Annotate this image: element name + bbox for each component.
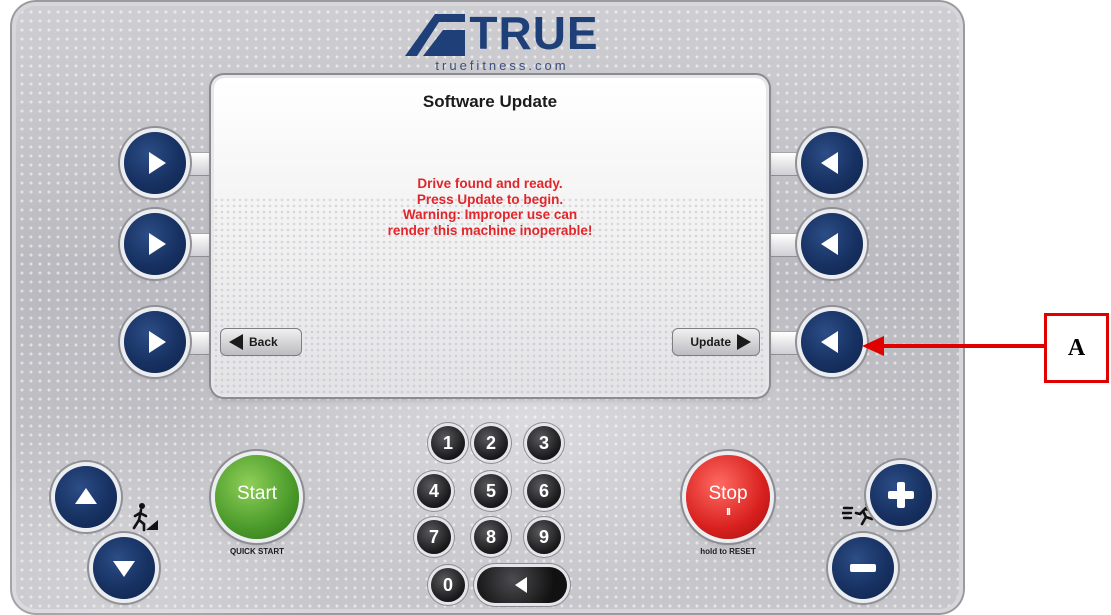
left-side-button-1[interactable] xyxy=(124,132,186,194)
start-caption: QUICK START xyxy=(229,547,285,556)
play-right-icon xyxy=(149,331,166,353)
message-line-3: Warning: Improper use can xyxy=(402,207,578,222)
back-softkey[interactable]: Back xyxy=(220,328,302,356)
right-side-button-2[interactable] xyxy=(801,213,863,275)
stop-label: Stop xyxy=(708,483,748,504)
message-line-4: render this machine inoperable! xyxy=(387,222,593,238)
screen-title: Software Update xyxy=(422,92,558,111)
left-side-button-3[interactable] xyxy=(124,311,186,373)
right-side-button-3[interactable] xyxy=(801,311,863,373)
message-line-1: Drive found and ready. xyxy=(417,176,563,191)
stop-button[interactable]: Stop II xyxy=(686,455,770,539)
incline-walker-icon xyxy=(132,503,158,532)
key-7[interactable]: 7 xyxy=(417,520,451,554)
back-triangle-icon xyxy=(229,334,243,350)
right-connector-3 xyxy=(764,331,804,355)
update-message: Drive found and ready. Press Update to b… xyxy=(214,176,766,238)
right-side-button-1[interactable] xyxy=(801,132,863,194)
key-9[interactable]: 9 xyxy=(527,520,561,554)
right-connector-2 xyxy=(764,233,804,257)
key-5[interactable]: 5 xyxy=(474,474,508,508)
keypad-back-button[interactable] xyxy=(477,567,567,603)
backspace-triangle-icon xyxy=(515,577,527,593)
play-left-icon xyxy=(821,331,838,353)
arrow-up-icon xyxy=(75,488,97,504)
left-side-button-2[interactable] xyxy=(124,213,186,275)
annotation-arrow-head-icon xyxy=(862,336,884,356)
start-button[interactable]: Start xyxy=(215,455,299,539)
annotation-label: A xyxy=(1067,334,1086,361)
incline-down-button[interactable] xyxy=(93,537,155,599)
brand-url: truefitness.com xyxy=(435,58,569,73)
play-left-icon xyxy=(821,233,838,255)
lcd-screen: Software Update Drive found and ready. P… xyxy=(214,78,766,394)
brand-mark-icon xyxy=(405,14,466,56)
key-2[interactable]: 2 xyxy=(474,426,508,460)
back-label: Back xyxy=(249,335,278,349)
update-triangle-icon xyxy=(737,334,751,350)
annotation-label-box: A xyxy=(1044,313,1109,383)
update-label: Update xyxy=(690,335,731,349)
speed-down-button[interactable] xyxy=(832,537,894,599)
key-1[interactable]: 1 xyxy=(431,426,465,460)
start-label: Start xyxy=(236,483,278,504)
right-connector-1 xyxy=(764,152,804,176)
speed-up-button[interactable] xyxy=(870,464,932,526)
annotation-arrow-line xyxy=(880,344,1044,348)
brand-logo: TRUE truefitness.com xyxy=(382,10,622,76)
play-right-icon xyxy=(149,233,166,255)
incline-up-button[interactable] xyxy=(55,466,117,528)
key-0[interactable]: 0 xyxy=(431,568,465,602)
key-4[interactable]: 4 xyxy=(417,474,451,508)
play-left-icon xyxy=(821,152,838,174)
minus-icon xyxy=(850,564,876,572)
key-3[interactable]: 3 xyxy=(527,426,561,460)
stop-caption: hold to RESET xyxy=(700,547,756,556)
brand-name: TRUE xyxy=(469,7,599,59)
pause-icon: II xyxy=(726,507,731,518)
plus-icon xyxy=(888,482,914,508)
play-right-icon xyxy=(149,152,166,174)
update-softkey[interactable]: Update xyxy=(672,328,760,356)
key-8[interactable]: 8 xyxy=(474,520,508,554)
message-line-2: Press Update to begin. xyxy=(416,191,564,207)
arrow-down-icon xyxy=(113,561,135,577)
key-6[interactable]: 6 xyxy=(527,474,561,508)
